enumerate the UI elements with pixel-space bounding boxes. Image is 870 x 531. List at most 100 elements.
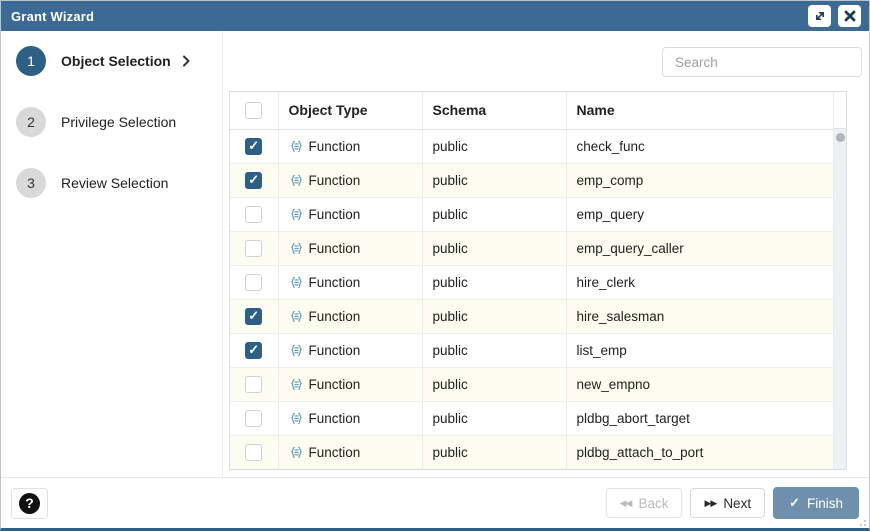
close-button[interactable] <box>838 5 861 27</box>
table-row[interactable]: Function public check_func <box>230 129 833 163</box>
table-row[interactable]: Function public new_empno <box>230 367 833 401</box>
schema-cell: public <box>422 197 566 231</box>
schema-cell: public <box>422 265 566 299</box>
maximize-button[interactable] <box>808 5 831 27</box>
function-icon <box>289 411 304 426</box>
step-label: Review Selection <box>61 175 168 191</box>
column-header-object-type: Object Type <box>278 92 422 129</box>
table-row[interactable]: Function public hire_clerk <box>230 265 833 299</box>
wizard-step[interactable]: 1 Object Selection <box>16 46 222 76</box>
row-checkbox[interactable] <box>245 206 262 223</box>
column-header-schema: Schema <box>422 92 566 129</box>
table-scrollbar[interactable] <box>833 92 846 469</box>
function-icon <box>289 343 304 358</box>
maximize-icon <box>813 9 827 23</box>
function-icon <box>289 309 304 324</box>
grant-wizard-dialog: Grant Wizard 1 Object Selection <box>0 0 870 531</box>
wizard-steps: 1 Object Selection 2 Privilege Selection… <box>1 31 223 477</box>
name-cell: new_empno <box>566 367 833 401</box>
back-button-label: Back <box>638 496 668 511</box>
search-input[interactable] <box>662 47 862 77</box>
function-icon <box>289 173 304 188</box>
column-header-name: Name <box>566 92 833 129</box>
titlebar: Grant Wizard <box>1 1 869 31</box>
back-button[interactable]: ◀◀ Back <box>606 488 683 518</box>
table-row[interactable]: Function public emp_comp <box>230 163 833 197</box>
object-type-label: Function <box>309 411 361 426</box>
next-button-label: Next <box>723 496 751 511</box>
table-header-row: Object Type Schema Name <box>230 92 833 129</box>
function-icon <box>289 445 304 460</box>
schema-cell: public <box>422 129 566 163</box>
scrollbar-header-gap <box>834 92 846 129</box>
schema-cell: public <box>422 299 566 333</box>
schema-cell: public <box>422 333 566 367</box>
step-label: Object Selection <box>61 53 171 69</box>
function-icon <box>289 377 304 392</box>
row-checkbox[interactable] <box>245 240 262 257</box>
row-checkbox[interactable] <box>245 342 262 359</box>
function-icon <box>289 207 304 222</box>
object-type-label: Function <box>309 207 361 222</box>
step-number: 2 <box>16 107 46 137</box>
select-all-checkbox[interactable] <box>245 102 262 119</box>
finish-button-label: Finish <box>807 496 843 511</box>
function-icon <box>289 275 304 290</box>
object-type-label: Function <box>309 377 361 392</box>
table-row[interactable]: Function public emp_query <box>230 197 833 231</box>
next-button[interactable]: ▶▶ Next <box>690 488 765 518</box>
wizard-step[interactable]: 3 Review Selection <box>16 168 222 198</box>
name-cell: pldbg_attach_to_port <box>566 435 833 469</box>
resize-grip[interactable] <box>856 516 866 526</box>
schema-cell: public <box>422 231 566 265</box>
function-icon <box>289 139 304 154</box>
table-row[interactable]: Function public pldbg_attach_to_port <box>230 435 833 469</box>
object-table-body: Function public check_func Function publ… <box>230 129 833 469</box>
schema-cell: public <box>422 367 566 401</box>
step-number: 3 <box>16 168 46 198</box>
row-checkbox[interactable] <box>245 138 262 155</box>
function-icon <box>289 241 304 256</box>
finish-check-icon: ✓ <box>789 495 800 511</box>
object-type-label: Function <box>309 275 361 290</box>
back-icon: ◀◀ <box>620 498 632 509</box>
close-icon <box>844 10 856 22</box>
row-checkbox[interactable] <box>245 410 262 427</box>
row-checkbox[interactable] <box>245 274 262 291</box>
name-cell: emp_query_caller <box>566 231 833 265</box>
table-row[interactable]: Function public list_emp <box>230 333 833 367</box>
object-type-label: Function <box>309 445 361 460</box>
scrollbar-track[interactable] <box>834 129 846 469</box>
wizard-step[interactable]: 2 Privilege Selection <box>16 107 222 137</box>
name-cell: emp_comp <box>566 163 833 197</box>
row-checkbox[interactable] <box>245 308 262 325</box>
schema-cell: public <box>422 163 566 197</box>
table-row[interactable]: Function public emp_query_caller <box>230 231 833 265</box>
name-cell: check_func <box>566 129 833 163</box>
name-cell: hire_salesman <box>566 299 833 333</box>
row-checkbox[interactable] <box>245 172 262 189</box>
step-label: Privilege Selection <box>61 114 176 130</box>
name-cell: list_emp <box>566 333 833 367</box>
help-button[interactable]: ? <box>11 488 48 519</box>
object-type-label: Function <box>309 343 361 358</box>
scrollbar-thumb[interactable] <box>836 133 845 142</box>
finish-button[interactable]: ✓ Finish <box>773 487 859 519</box>
table-row[interactable]: Function public hire_salesman <box>230 299 833 333</box>
row-checkbox[interactable] <box>245 376 262 393</box>
row-checkbox[interactable] <box>245 444 262 461</box>
step-number: 1 <box>16 46 46 76</box>
schema-cell: public <box>422 435 566 469</box>
name-cell: hire_clerk <box>566 265 833 299</box>
object-type-label: Function <box>309 309 361 324</box>
object-type-label: Function <box>309 241 361 256</box>
object-table: Object Type Schema Name <box>229 91 847 470</box>
next-icon: ▶▶ <box>704 498 716 509</box>
object-type-label: Function <box>309 173 361 188</box>
table-row[interactable]: Function public pldbg_abort_target <box>230 401 833 435</box>
main-panel: Object Type Schema Name <box>223 31 869 477</box>
dialog-body: 1 Object Selection 2 Privilege Selection… <box>1 31 869 478</box>
dialog-footer: ? ◀◀ Back ▶▶ Next ✓ Finish <box>1 478 869 528</box>
name-cell: emp_query <box>566 197 833 231</box>
name-cell: pldbg_abort_target <box>566 401 833 435</box>
